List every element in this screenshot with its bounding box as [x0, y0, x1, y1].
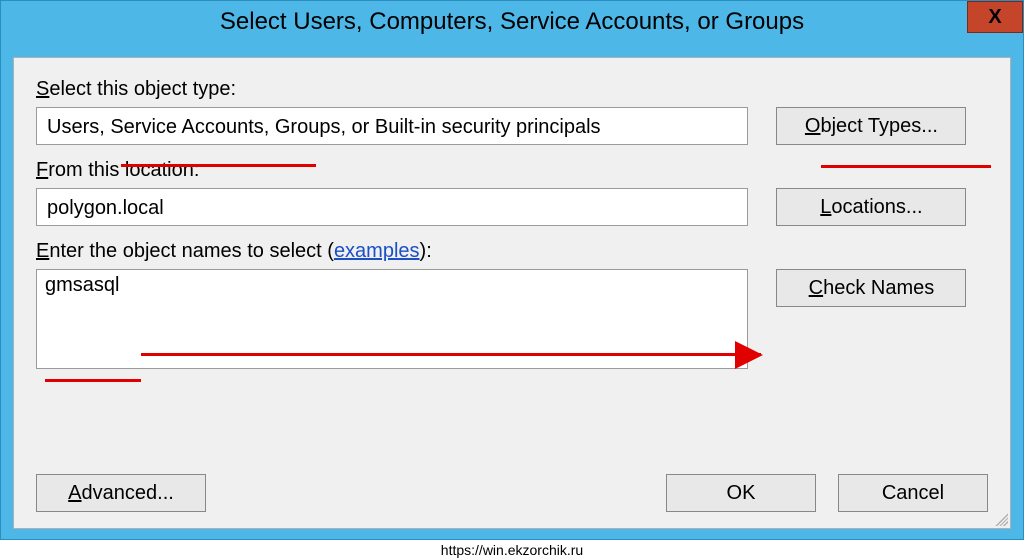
close-button[interactable]: X [967, 1, 1023, 33]
titlebar: Select Users, Computers, Service Account… [1, 1, 1023, 43]
location-label: From this location: [36, 159, 988, 182]
object-type-label: Select this object type: [36, 78, 988, 101]
check-names-button[interactable]: Check Names [776, 269, 966, 307]
location-section: From this location: polygon.local Locati… [36, 159, 988, 226]
close-icon: X [988, 6, 1001, 29]
object-types-button[interactable]: Object Types... [776, 107, 966, 145]
dialog-bottom-buttons: Advanced... OK Cancel [36, 474, 988, 512]
location-value: polygon.local [36, 188, 748, 226]
dialog-client-area: Select this object type: Users, Service … [13, 57, 1011, 529]
cancel-button[interactable]: Cancel [838, 474, 988, 512]
object-names-section: Enter the object names to select (exampl… [36, 240, 988, 369]
advanced-button[interactable]: Advanced... [36, 474, 206, 512]
footer-url: https://win.ekzorchik.ru [0, 542, 1024, 558]
examples-link[interactable]: examples [334, 240, 420, 262]
resize-grip-icon[interactable] [992, 510, 1008, 526]
object-type-section: Select this object type: Users, Service … [36, 78, 988, 145]
window-title: Select Users, Computers, Service Account… [220, 8, 804, 36]
object-names-input[interactable] [36, 269, 748, 369]
object-type-value: Users, Service Accounts, Groups, or Buil… [36, 107, 748, 145]
locations-button[interactable]: Locations... [776, 188, 966, 226]
dialog-window: Select Users, Computers, Service Account… [0, 0, 1024, 540]
ok-button[interactable]: OK [666, 474, 816, 512]
object-names-label: Enter the object names to select (exampl… [36, 240, 988, 263]
